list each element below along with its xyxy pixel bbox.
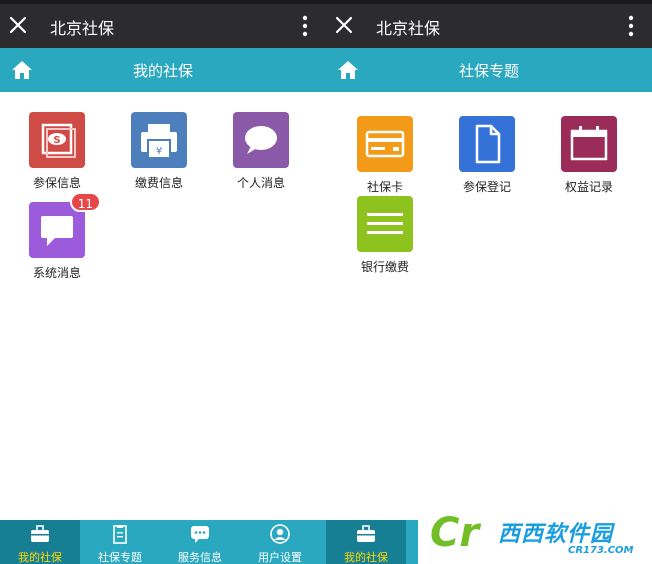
clipboard-icon	[113, 525, 127, 544]
tile-personal-messages[interactable]: 个人消息	[216, 112, 306, 191]
watermark-brand: 西西软件园	[498, 522, 614, 547]
left-screen: 北京社保 我的社保 S 参保信息 ¥ 缴费信息 个人消息 11 系统消息	[0, 0, 326, 564]
page-title: 我的社保	[132, 62, 193, 80]
tile-label: 社保卡	[366, 180, 403, 194]
tile-system-messages[interactable]: 11 系统消息	[12, 192, 102, 281]
svg-text:¥: ¥	[156, 146, 162, 157]
tile-insurance-info[interactable]: S 参保信息	[12, 112, 102, 191]
tab-user-settings[interactable]: 用户设置	[240, 520, 320, 564]
tile-label: 缴费信息	[134, 176, 183, 190]
calendar-icon	[561, 116, 617, 172]
app-title: 北京社保	[376, 19, 441, 38]
tile-social-security-card[interactable]: 社保卡	[340, 116, 430, 195]
header-bar: 社保专题	[326, 48, 652, 92]
tab-topics[interactable]: 社保专题	[80, 520, 160, 564]
message-icon	[191, 526, 209, 543]
tile-label: 参保信息	[32, 176, 81, 190]
tile-payment-info[interactable]: ¥ 缴费信息	[114, 112, 204, 191]
tab-label: 社保专题	[98, 551, 142, 564]
chat-bubble-icon	[233, 112, 289, 168]
app-title: 北京社保	[50, 19, 115, 38]
printer-icon: ¥	[131, 112, 187, 168]
tile-label: 银行缴费	[360, 260, 409, 274]
user-icon	[270, 524, 290, 544]
tab-my-social-security[interactable]: 我的社保	[0, 520, 80, 564]
tab-my-social-security[interactable]: 我的社保	[326, 520, 406, 564]
tab-service-info[interactable]: 服务信息	[160, 520, 240, 564]
site-watermark-logo: Cr 西西软件园 CR173.COM	[418, 508, 652, 564]
page-title: 社保专题	[458, 62, 519, 80]
app-top-bar: 北京社保	[326, 4, 652, 48]
chat-bubble-icon: 11	[29, 192, 101, 258]
svg-text:S: S	[53, 135, 60, 146]
app-top-bar: 北京社保	[0, 4, 326, 48]
more-options-icon[interactable]	[624, 13, 638, 39]
tile-label: 个人消息	[236, 176, 285, 190]
tile-rights-records[interactable]: 权益记录	[544, 116, 634, 195]
lines-icon	[357, 196, 413, 252]
tile-label: 参保登记	[462, 180, 511, 194]
tab-label: 服务信息	[178, 551, 222, 564]
right-screen: 北京社保 社保专题 社保卡 参保登记 权益记录 银行缴费	[326, 0, 652, 564]
document-icon	[459, 116, 515, 172]
social-security-seal-icon: S	[29, 112, 85, 168]
tile-label: 系统消息	[32, 266, 81, 280]
more-options-icon[interactable]	[298, 13, 312, 39]
leaf-logo-icon: Cr	[430, 510, 480, 556]
tile-insurance-registration[interactable]: 参保登记	[442, 116, 532, 195]
tile-label: 权益记录	[564, 180, 613, 194]
close-icon[interactable]	[332, 13, 356, 37]
watermark-url: CR173.COM	[568, 545, 634, 556]
briefcase-icon	[31, 525, 49, 542]
card-icon	[357, 116, 413, 172]
tile-bank-payment[interactable]: 银行缴费	[340, 196, 430, 275]
tab-label: 我的社保	[344, 551, 388, 564]
header-bar: 我的社保	[0, 48, 326, 92]
briefcase-icon	[357, 525, 375, 542]
tab-label: 我的社保	[18, 551, 62, 564]
unread-count-badge: 11	[69, 192, 101, 212]
close-icon[interactable]	[6, 13, 30, 37]
tab-label: 用户设置	[258, 551, 302, 564]
